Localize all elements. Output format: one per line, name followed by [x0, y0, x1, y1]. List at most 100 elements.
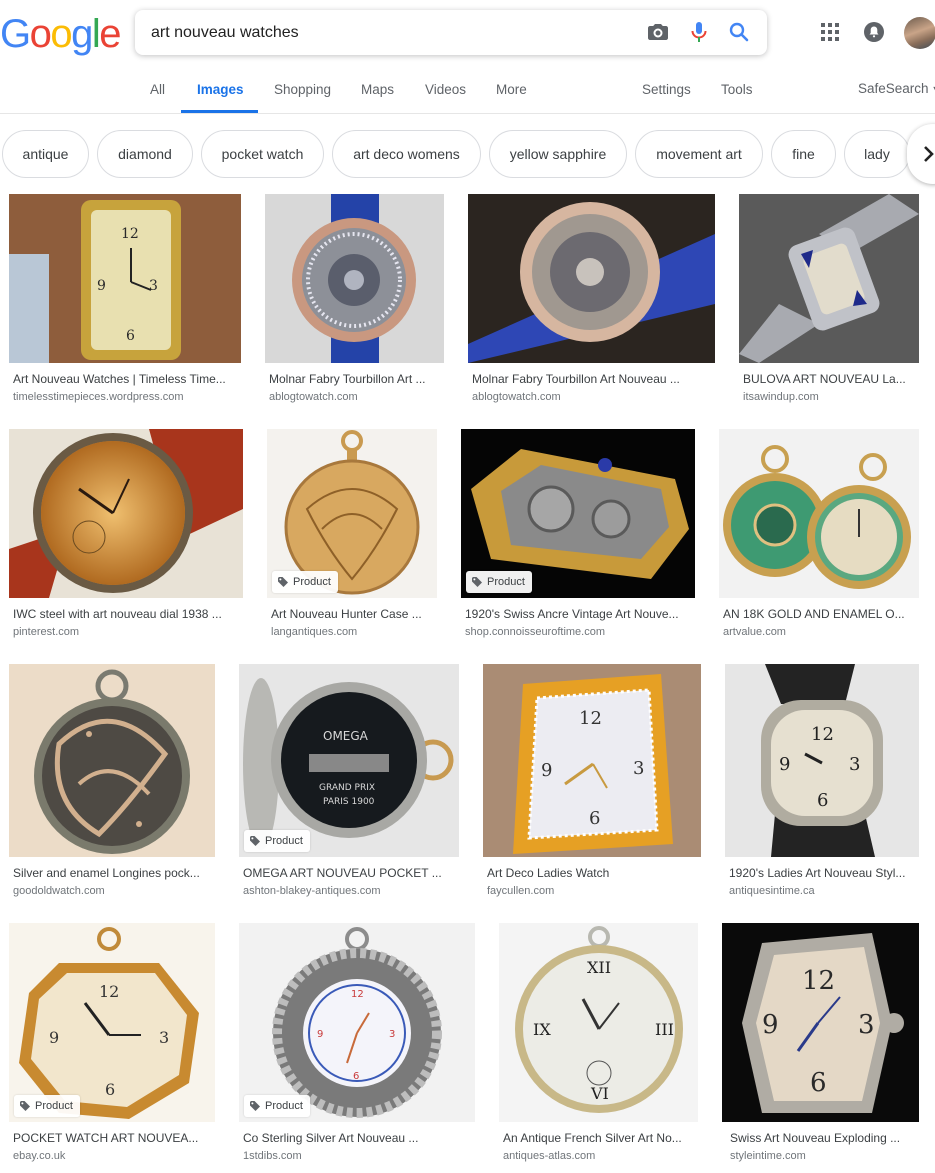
caret-down-icon: ▼ — [932, 84, 935, 94]
tag-icon — [250, 836, 260, 846]
result-title[interactable]: Silver and enamel Longines pock... — [13, 866, 211, 880]
product-badge: Product — [244, 1095, 310, 1117]
result-source[interactable]: faycullen.com — [487, 885, 697, 897]
svg-text:IX: IX — [533, 1020, 551, 1039]
logo-letter: l — [91, 12, 101, 56]
result-title[interactable]: 1920's Ladies Art Nouveau Styl... — [729, 866, 915, 880]
svg-text:6: 6 — [817, 790, 828, 811]
result-title[interactable]: Co Sterling Silver Art Nouveau ... — [243, 1131, 471, 1145]
result-thumbnail[interactable] — [719, 429, 919, 598]
google-logo[interactable]: Google — [0, 12, 121, 57]
tab-more[interactable]: More — [496, 82, 527, 97]
result-thumbnail[interactable] — [9, 664, 215, 857]
result-thumbnail[interactable] — [739, 194, 919, 363]
chip-fine[interactable]: fine — [771, 130, 836, 178]
result-source[interactable]: pinterest.com — [13, 626, 239, 638]
result-source[interactable]: styleintime.com — [730, 1150, 915, 1162]
svg-text:VI: VI — [590, 1084, 609, 1103]
result-thumbnail[interactable]: 12 3 6 9 — [483, 664, 701, 857]
tab-maps[interactable]: Maps — [361, 82, 394, 97]
logo-letter: e — [99, 12, 121, 56]
tab-tools[interactable]: Tools — [721, 82, 753, 97]
svg-text:6: 6 — [126, 328, 135, 344]
mic-icon[interactable] — [687, 20, 711, 44]
search-tabs: All Images Shopping Maps Videos More Set… — [0, 70, 935, 114]
result-source[interactable]: artvalue.com — [723, 626, 915, 638]
result-title[interactable]: Art Deco Ladies Watch — [487, 866, 697, 880]
safesearch-menu[interactable]: SafeSearch▼ — [858, 81, 935, 96]
svg-text:GRAND PRIX: GRAND PRIX — [319, 783, 375, 793]
result-title[interactable]: IWC steel with art nouveau dial 1938 ... — [13, 607, 239, 621]
result-source[interactable]: ablogtowatch.com — [269, 391, 441, 403]
chevron-right-icon — [924, 146, 934, 162]
apps-grid-icon[interactable] — [818, 20, 842, 44]
tab-settings[interactable]: Settings — [642, 82, 691, 97]
chip-yellow-sapphire[interactable]: yellow sapphire — [489, 130, 627, 178]
result-source[interactable]: ashton-blakey-antiques.com — [243, 885, 455, 897]
result-title[interactable]: Molnar Fabry Tourbillon Art Nouveau ... — [472, 372, 712, 386]
result-thumbnail[interactable]: 12 3 6 9 — [722, 923, 919, 1122]
result-source[interactable]: goodoldwatch.com — [13, 885, 211, 897]
result-source[interactable]: ablogtowatch.com — [472, 391, 712, 403]
result-title[interactable]: OMEGA ART NOUVEAU POCKET ... — [243, 866, 455, 880]
result-thumbnail[interactable] — [9, 429, 243, 598]
svg-text:3: 3 — [858, 1010, 875, 1040]
svg-text:12: 12 — [811, 724, 834, 745]
result-thumbnail[interactable]: XII III VI IX — [499, 923, 698, 1122]
product-label: Product — [265, 1100, 303, 1112]
notifications-icon[interactable] — [862, 20, 886, 44]
chip-art-deco-womens[interactable]: art deco womens — [332, 130, 481, 178]
tab-images[interactable]: Images — [197, 82, 244, 97]
result-thumbnail[interactable]: 12 3 6 9 — [9, 194, 241, 363]
tab-videos[interactable]: Videos — [425, 82, 466, 97]
chip-diamond[interactable]: diamond — [97, 130, 193, 178]
result-source[interactable]: itsawindup.com — [743, 391, 915, 403]
result-source[interactable]: ebay.co.uk — [13, 1150, 211, 1162]
tab-all[interactable]: All — [150, 82, 165, 97]
result-source[interactable]: timelesstimepieces.wordpress.com — [13, 391, 237, 403]
svg-text:3: 3 — [633, 758, 644, 779]
chip-pocket-watch[interactable]: pocket watch — [201, 130, 324, 178]
result-source[interactable]: langantiques.com — [271, 626, 433, 638]
result-thumbnail[interactable]: Product — [267, 429, 437, 598]
product-label: Product — [35, 1100, 73, 1112]
svg-text:3: 3 — [159, 1028, 169, 1047]
result-title[interactable]: Molnar Fabry Tourbillon Art ... — [269, 372, 441, 386]
result-source[interactable]: shop.connoisseuroftime.com — [465, 626, 691, 638]
result-thumbnail[interactable]: 12 3 6 9 Product — [9, 923, 215, 1122]
chip-movement-art[interactable]: movement art — [635, 130, 763, 178]
camera-icon[interactable] — [646, 20, 670, 44]
result-thumbnail[interactable]: 12 3 6 9 Product — [239, 923, 475, 1122]
product-badge: Product — [14, 1095, 80, 1117]
result-title[interactable]: Art Nouveau Watches | Timeless Time... — [13, 372, 237, 386]
svg-text:III: III — [655, 1020, 674, 1039]
result-thumbnail[interactable]: 12 3 6 9 — [725, 664, 919, 857]
result-thumbnail[interactable]: Product — [461, 429, 695, 598]
result-title[interactable]: BULOVA ART NOUVEAU La... — [743, 372, 915, 386]
related-search-chips: antique diamond pocket watch art deco wo… — [0, 130, 935, 178]
svg-text:12: 12 — [579, 708, 602, 729]
avatar[interactable] — [904, 17, 935, 49]
result-thumbnail[interactable] — [265, 194, 444, 363]
result-source[interactable]: antiquesintime.ca — [729, 885, 915, 897]
chip-lady[interactable]: lady — [844, 130, 910, 178]
result-title[interactable]: POCKET WATCH ART NOUVEA... — [13, 1131, 211, 1145]
search-input[interactable] — [151, 22, 631, 44]
result-title[interactable]: Art Nouveau Hunter Case ... — [271, 607, 433, 621]
result-title[interactable]: 1920's Swiss Ancre Vintage Art Nouve... — [465, 607, 691, 621]
tab-shopping[interactable]: Shopping — [274, 82, 331, 97]
result-title[interactable]: Swiss Art Nouveau Exploding ... — [730, 1131, 915, 1145]
search-icon[interactable] — [727, 20, 751, 44]
svg-text:12: 12 — [351, 989, 364, 1000]
header: Google All Images Shopping Maps Videos M… — [0, 0, 935, 114]
chip-antique[interactable]: antique — [2, 130, 89, 178]
svg-text:3: 3 — [389, 1029, 395, 1040]
result-title[interactable]: AN 18K GOLD AND ENAMEL O... — [723, 607, 915, 621]
product-label: Product — [487, 576, 525, 588]
result-title[interactable]: An Antique French Silver Art No... — [503, 1131, 694, 1145]
result-thumbnail[interactable] — [468, 194, 715, 363]
result-source[interactable]: antiques-atlas.com — [503, 1150, 694, 1162]
result-thumbnail[interactable]: OMEGA GRAND PRIX PARIS 1900 Product — [239, 664, 459, 857]
search-box — [135, 10, 767, 55]
result-source[interactable]: 1stdibs.com — [243, 1150, 471, 1162]
